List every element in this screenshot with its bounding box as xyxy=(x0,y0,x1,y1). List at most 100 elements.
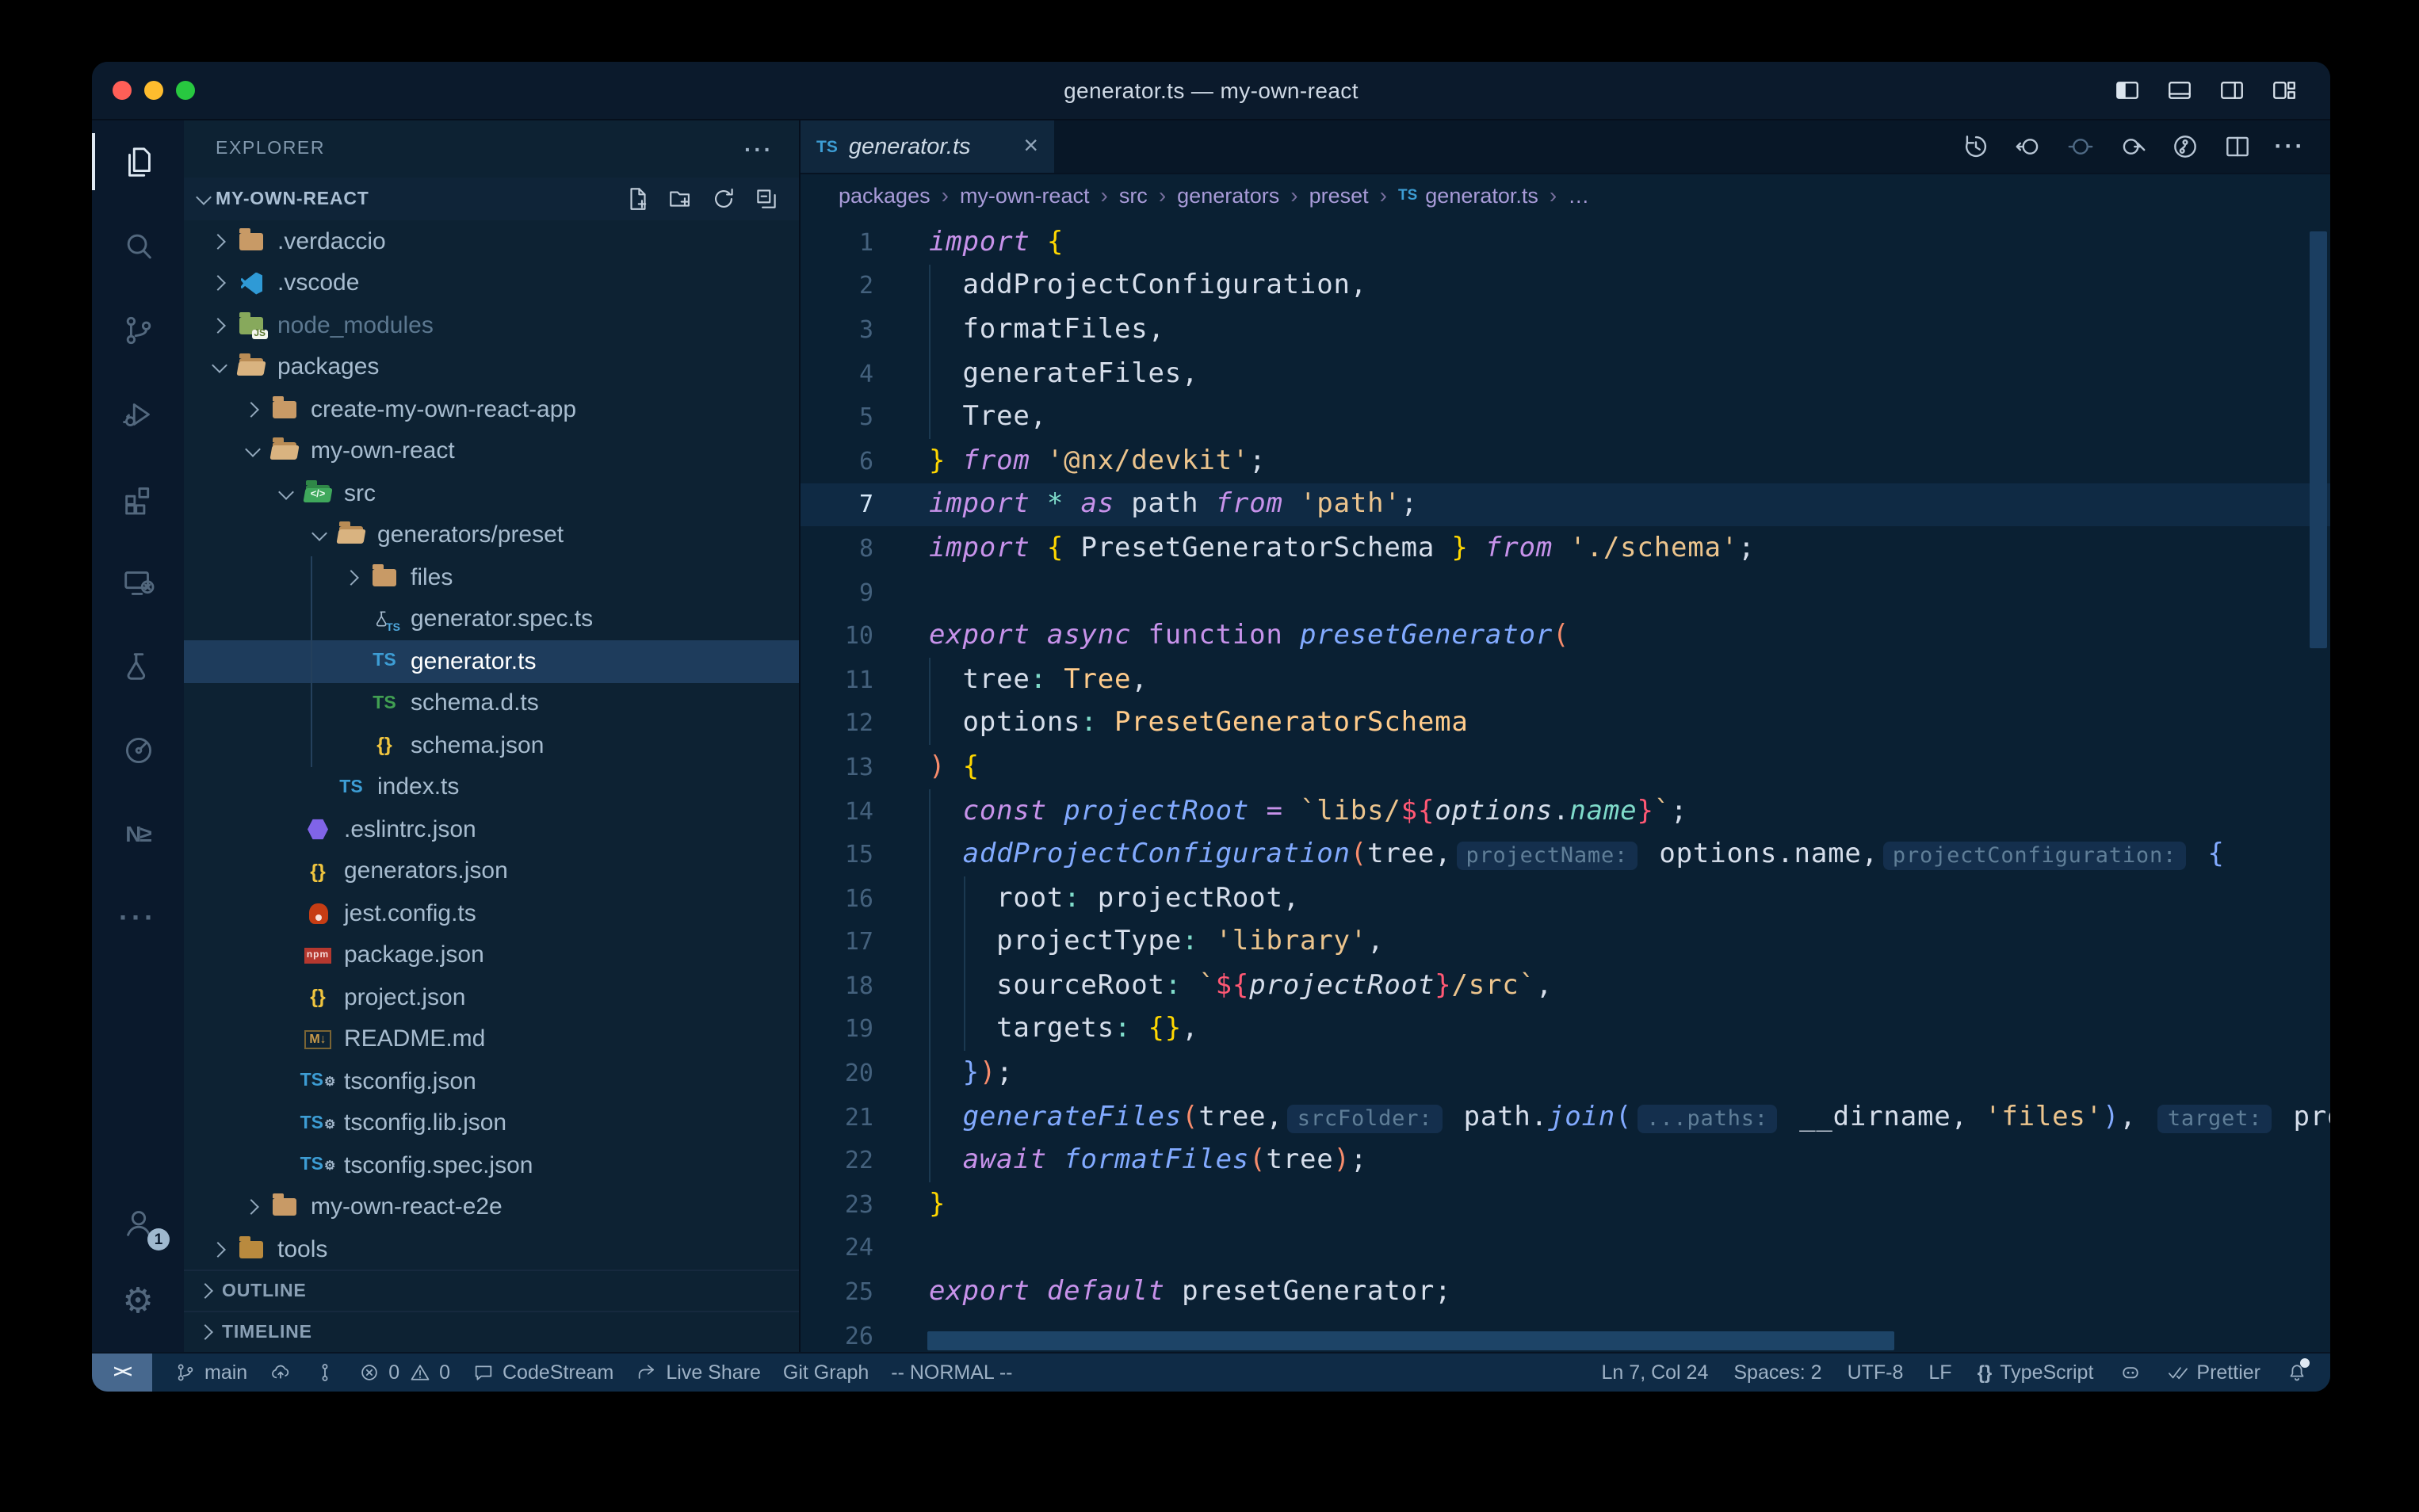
tree-item-files[interactable]: files xyxy=(184,556,799,598)
new-folder-icon[interactable] xyxy=(667,185,694,212)
explorer-more-actions-icon[interactable]: ··· xyxy=(744,136,774,162)
activity-search[interactable] xyxy=(92,208,184,284)
refresh-explorer-icon[interactable] xyxy=(710,185,737,212)
customize-layout-icon[interactable] xyxy=(2270,76,2299,105)
zoom-window-button[interactable] xyxy=(176,81,195,100)
folder-icon xyxy=(239,233,263,250)
code-line-3: 3 formatFiles, xyxy=(801,307,2330,351)
tree-item-label: schema.json xyxy=(411,732,544,759)
breadcrumb-item[interactable]: preset xyxy=(1309,183,1369,207)
previous-change-icon[interactable] xyxy=(2013,132,2043,162)
status-item-language[interactable]: {}TypeScript xyxy=(1978,1361,2094,1384)
breadcrumb-item[interactable]: packages xyxy=(839,183,931,207)
tree-item-generators-preset[interactable]: generators/preset xyxy=(184,514,799,556)
close-window-button[interactable] xyxy=(113,81,132,100)
line-content: options: PresetGeneratorSchema xyxy=(873,708,1469,739)
horizontal-scrollbar[interactable] xyxy=(927,1331,1894,1350)
workspace-section-header[interactable]: MY-OWN-REACT xyxy=(184,178,799,220)
tree-item-generator-ts[interactable]: TSgenerator.ts xyxy=(184,640,799,682)
status-item-indentation[interactable]: Spaces: 2 xyxy=(1733,1361,1821,1384)
status-item-branch[interactable]: main xyxy=(174,1361,247,1384)
status-item-vim-mode[interactable]: -- NORMAL -- xyxy=(891,1361,1012,1384)
tree-item-node-modules[interactable]: JSnode_modules xyxy=(184,304,799,346)
status-item-notifications[interactable] xyxy=(2286,1361,2308,1384)
activity-more-views[interactable]: ··· xyxy=(92,880,184,956)
status-item-errors[interactable]: 0 xyxy=(358,1361,399,1384)
status-item-publish[interactable] xyxy=(269,1361,292,1384)
collapse-folders-icon[interactable] xyxy=(753,185,780,212)
toggle-primary-sidebar-icon[interactable] xyxy=(2113,76,2142,105)
status-item-cursor-position[interactable]: Ln 7, Col 24 xyxy=(1602,1361,1709,1384)
status-item-commit-graph[interactable] xyxy=(314,1361,336,1384)
status-item-eol[interactable]: LF xyxy=(1928,1361,1951,1384)
tree-item-src[interactable]: </>src xyxy=(184,472,799,514)
line-number: 17 xyxy=(801,928,873,956)
vertical-scrollbar[interactable] xyxy=(2310,231,2327,648)
status-item-codestream[interactable]: CodeStream xyxy=(472,1361,613,1384)
line-content: targets: {}, xyxy=(873,1014,1198,1045)
tree-item-generators-json[interactable]: {}generators.json xyxy=(184,850,799,892)
timeline-history-icon[interactable] xyxy=(1961,132,1991,162)
warning-icon xyxy=(409,1361,431,1384)
outline-panel-header[interactable]: OUTLINE xyxy=(184,1270,799,1311)
more-actions-icon[interactable]: ··· xyxy=(2275,132,2305,162)
close-tab-icon[interactable]: × xyxy=(1023,134,1038,159)
tree-item-jest-config-ts[interactable]: jest.config.ts xyxy=(184,892,799,934)
toggle-secondary-sidebar-icon[interactable] xyxy=(2218,76,2246,105)
tree-item-project-json[interactable]: {}project.json xyxy=(184,976,799,1018)
split-editor-icon[interactable] xyxy=(2222,132,2253,162)
tree-item--verdaccio[interactable]: .verdaccio xyxy=(184,220,799,262)
tree-item-create-my-own-react-app[interactable]: create-my-own-react-app xyxy=(184,388,799,430)
new-file-icon[interactable] xyxy=(625,185,652,212)
activity-extensions[interactable] xyxy=(92,460,184,536)
activity-explorer[interactable] xyxy=(92,124,184,200)
status-item-encoding[interactable]: UTF-8 xyxy=(1848,1361,1904,1384)
explorer-actions xyxy=(625,185,780,212)
activity-settings[interactable]: ⚙ xyxy=(92,1263,184,1339)
breadcrumb-separator: › xyxy=(1380,182,1387,208)
tree-item-schema-json[interactable]: {}schema.json xyxy=(184,724,799,766)
breadcrumb-item[interactable]: generators xyxy=(1177,183,1279,207)
activity-codestream[interactable] xyxy=(92,712,184,788)
breadcrumb-item[interactable]: src xyxy=(1119,183,1148,207)
tree-item-tsconfig-json[interactable]: TS⚙tsconfig.json xyxy=(184,1060,799,1102)
breadcrumb-item[interactable]: TSgenerator.ts xyxy=(1398,183,1538,207)
git-graph-circle-icon[interactable] xyxy=(2170,132,2200,162)
tree-item-readme-md[interactable]: M↓README.md xyxy=(184,1018,799,1060)
tree-item-tsconfig-spec-json[interactable]: TS⚙tsconfig.spec.json xyxy=(184,1144,799,1186)
activity-accounts[interactable]: 1 xyxy=(92,1184,184,1260)
breadcrumb-item[interactable]: my-own-react xyxy=(960,183,1090,207)
code-editor[interactable]: 1import {2 addProjectConfiguration,3 for… xyxy=(801,216,2330,1352)
change-icon[interactable] xyxy=(2066,132,2096,162)
tab-generator-ts[interactable]: TS generator.ts × xyxy=(801,120,1054,173)
tree-item-index-ts[interactable]: TSindex.ts xyxy=(184,766,799,808)
minimize-window-button[interactable] xyxy=(144,81,163,100)
tree-item-my-own-react-e2e[interactable]: my-own-react-e2e xyxy=(184,1186,799,1228)
tree-item-my-own-react[interactable]: my-own-react xyxy=(184,430,799,472)
bell-icon xyxy=(2286,1361,2308,1384)
activity-remote-explorer[interactable] xyxy=(92,544,184,620)
activity-testing[interactable] xyxy=(92,628,184,704)
tree-item-tools[interactable]: tools xyxy=(184,1228,799,1270)
next-change-icon[interactable] xyxy=(2118,132,2148,162)
breadcrumb-item[interactable]: … xyxy=(1568,183,1589,207)
status-item-live-share[interactable]: Live Share xyxy=(636,1361,761,1384)
tree-item-package-json[interactable]: npmpackage.json xyxy=(184,934,799,976)
status-item-copilot[interactable] xyxy=(2119,1361,2141,1384)
activity-nx-console[interactable]: N≥ xyxy=(92,796,184,872)
activity-run-debug[interactable] xyxy=(92,376,184,452)
tree-item-schema-d-ts[interactable]: TSschema.d.ts xyxy=(184,682,799,724)
tree-item-tsconfig-lib-json[interactable]: TS⚙tsconfig.lib.json xyxy=(184,1102,799,1144)
status-item-git-graph[interactable]: Git Graph xyxy=(783,1361,869,1384)
tree-item-packages[interactable]: packages xyxy=(184,346,799,388)
tree-item--vscode[interactable]: .vscode xyxy=(184,262,799,304)
status-item-warnings[interactable]: 0 xyxy=(409,1361,450,1384)
timeline-panel-header[interactable]: TIMELINE xyxy=(184,1311,799,1352)
remote-indicator[interactable]: >< xyxy=(92,1354,152,1392)
code-line-16: 16 root: projectRoot, xyxy=(801,876,2330,920)
tree-item-generator-spec-ts[interactable]: TSgenerator.spec.ts xyxy=(184,598,799,640)
activity-source-control[interactable] xyxy=(92,292,184,368)
toggle-panel-icon[interactable] xyxy=(2165,76,2194,105)
tree-item--eslintrc-json[interactable]: .eslintrc.json xyxy=(184,808,799,850)
status-item-prettier[interactable]: Prettier xyxy=(2166,1361,2260,1384)
